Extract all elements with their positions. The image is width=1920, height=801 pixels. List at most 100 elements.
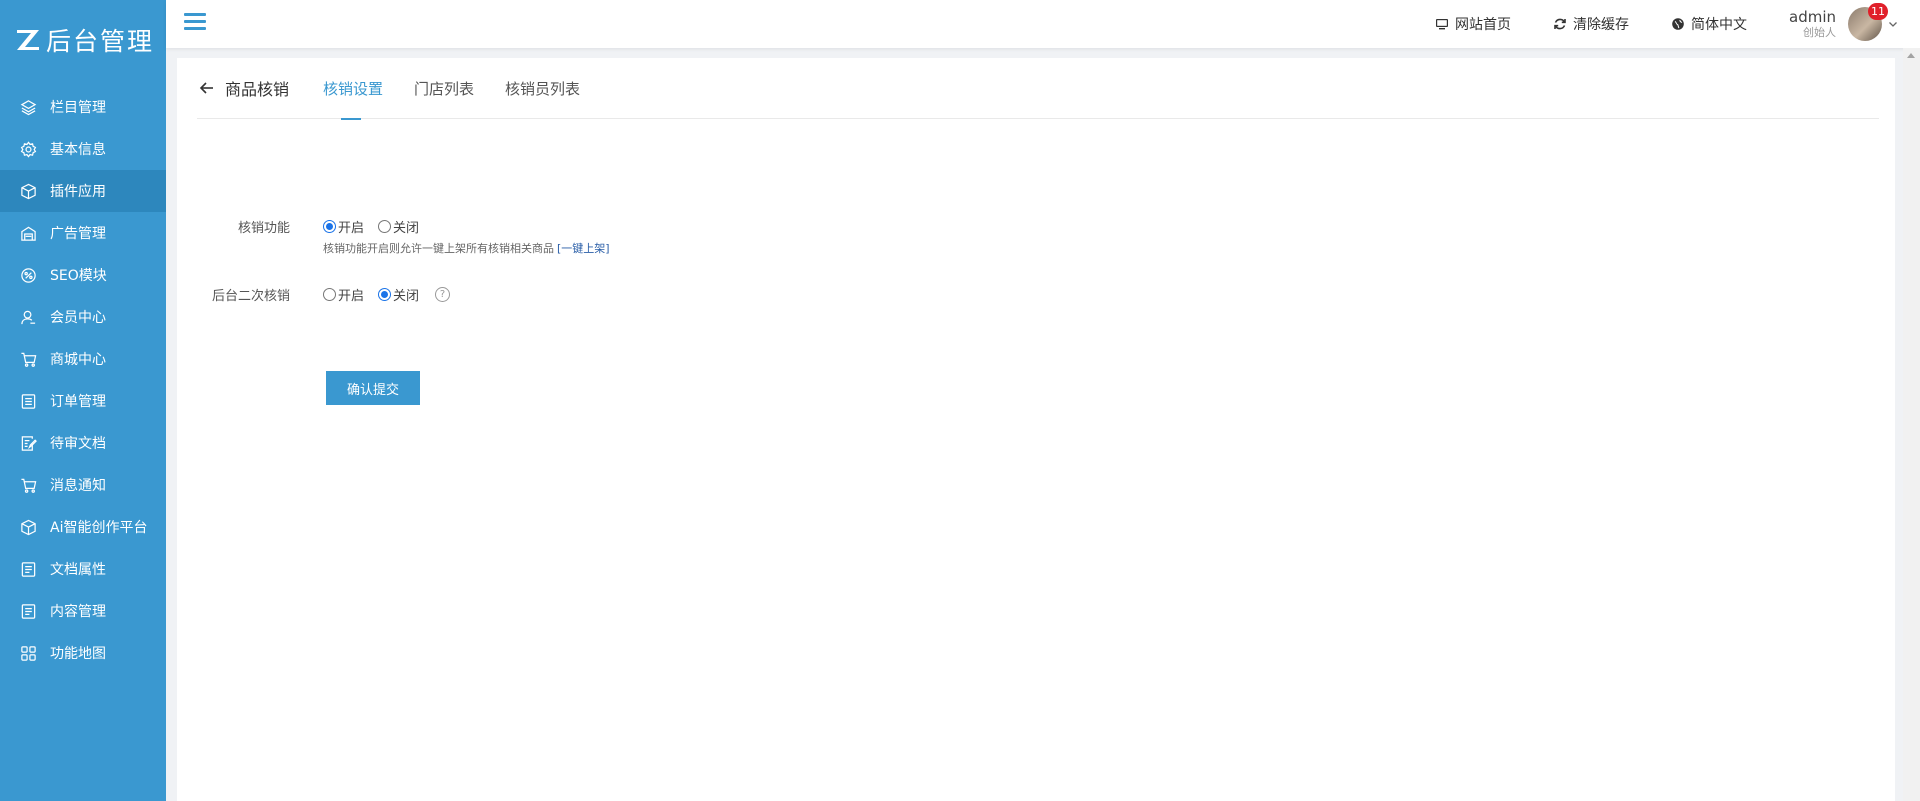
arrow-left-icon <box>199 82 213 94</box>
radio-dot <box>378 287 392 301</box>
language-label: 简体中文 <box>1691 17 1747 33</box>
doc-icon <box>20 603 37 620</box>
radio-dot <box>323 287 336 301</box>
user-icon <box>20 309 37 326</box>
radio-writeoff-on[interactable]: 开启 <box>323 217 364 236</box>
sidebar-item-label: SEO模块 <box>50 268 107 284</box>
sidebar-item-columns[interactable]: 栏目管理 <box>0 86 166 128</box>
refresh-icon <box>1554 18 1566 30</box>
sidebar-item-content[interactable]: 内容管理 <box>0 590 166 632</box>
scroll-up-icon[interactable] <box>1907 53 1915 58</box>
cube-icon <box>20 519 37 536</box>
tab-verifier-list[interactable]: 核销员列表 <box>505 58 580 119</box>
language-switch[interactable]: 简体中文 <box>1671 14 1747 34</box>
field-controls: 开启 关闭 ? <box>323 285 451 304</box>
sidebar-item-pending-docs[interactable]: 待审文档 <box>0 422 166 464</box>
one-click-listing-link[interactable]: [一键上架] <box>557 242 610 255</box>
site-home-label: 网站首页 <box>1455 17 1511 33</box>
sidebar-item-plugins[interactable]: 插件应用 <box>0 170 166 212</box>
site-home-link[interactable]: 网站首页 <box>1435 14 1511 34</box>
top-actions: 网站首页 清除缓存 简体中文 admin 创始人 11 <box>1435 0 1920 48</box>
sidebar-menu: 栏目管理 基本信息 插件应用 广告管理 SEO模块 会员中心 商城中心 订单管理… <box>0 86 166 674</box>
logo[interactable]: 后台管理 <box>0 0 166 80</box>
gear-icon <box>20 140 37 158</box>
radio-label: 关闭 <box>393 288 420 304</box>
clear-cache-label: 清除缓存 <box>1573 17 1629 33</box>
sidebar-item-doc-attributes[interactable]: 文档属性 <box>0 548 166 590</box>
grid-icon <box>20 645 37 662</box>
page-title: 商品核销 <box>225 80 290 99</box>
radio-second-off[interactable]: 关闭 <box>378 285 419 304</box>
sidebar: 后台管理 栏目管理 基本信息 插件应用 广告管理 SEO模块 会员中心 商城中心… <box>0 0 166 801</box>
radio-dot <box>323 219 336 233</box>
tabs-bar: 商品核销 核销设置 门店列表 核销员列表 <box>197 58 1879 120</box>
tab-label: 门店列表 <box>414 79 475 98</box>
form-row-writeoff: 核销功能 开启 关闭 核销功能开启则允许一键上架所有核销相关商品 [一键上架] <box>177 217 610 256</box>
cart-icon <box>20 477 37 494</box>
sidebar-item-ai-platform[interactable]: Ai智能创作平台 <box>0 506 166 548</box>
monitor-icon <box>1436 19 1448 30</box>
tab-label: 核销员列表 <box>505 79 581 98</box>
topbar: 网站首页 清除缓存 简体中文 admin 创始人 11 <box>166 0 1920 48</box>
radio-writeoff-off[interactable]: 关闭 <box>378 217 419 236</box>
hint-text: 核销功能开启则允许一键上架所有核销相关商品 <box>323 242 554 255</box>
sidebar-item-orders[interactable]: 订单管理 <box>0 380 166 422</box>
submit-button[interactable]: 确认提交 <box>326 371 420 405</box>
notification-badge: 11 <box>1868 3 1888 20</box>
logo-z-icon <box>17 30 39 50</box>
sidebar-item-label: 功能地图 <box>50 646 106 662</box>
main-panel: 商品核销 核销设置 门店列表 核销员列表 核销功能 开启 关闭 核销功能开启则允… <box>177 58 1895 801</box>
cart-icon <box>20 351 37 368</box>
sidebar-item-basic-info[interactable]: 基本信息 <box>0 128 166 170</box>
field-label: 核销功能 <box>237 221 290 236</box>
chevron-down-icon[interactable] <box>1886 17 1900 31</box>
avatar[interactable]: 11 <box>1848 3 1888 41</box>
tab-store-list[interactable]: 门店列表 <box>414 58 474 119</box>
help-icon[interactable]: ? <box>435 286 451 302</box>
logo-text: 后台管理 <box>46 27 155 56</box>
edit-doc-icon <box>20 435 37 452</box>
tab-label: 核销设置 <box>323 79 384 98</box>
tab-writeoff-settings[interactable]: 核销设置 <box>323 58 384 120</box>
list-icon <box>20 393 37 410</box>
sidebar-item-feature-map[interactable]: 功能地图 <box>0 632 166 674</box>
sidebar-item-members[interactable]: 会员中心 <box>0 296 166 338</box>
field-label: 后台二次核销 <box>211 289 290 304</box>
cube-icon <box>20 183 37 200</box>
form-row-second-writeoff: 后台二次核销 开启 关闭 ? <box>177 285 451 304</box>
radio-label: 开启 <box>338 220 365 236</box>
radio-dot <box>378 219 392 233</box>
radio-second-on[interactable]: 开启 <box>323 285 364 304</box>
menu-toggle-icon[interactable] <box>184 13 206 33</box>
sidebar-item-label: 栏目管理 <box>50 100 106 116</box>
sidebar-item-label: 基本信息 <box>50 142 106 158</box>
sidebar-item-seo[interactable]: SEO模块 <box>0 254 166 296</box>
user-info[interactable]: admin 创始人 <box>1789 8 1836 39</box>
sidebar-item-label: Ai智能创作平台 <box>50 520 148 536</box>
back-button[interactable]: 商品核销 <box>197 76 289 100</box>
sidebar-item-label: 订单管理 <box>50 394 106 410</box>
field-controls: 开启 关闭 核销功能开启则允许一键上架所有核销相关商品 [一键上架] <box>323 217 610 256</box>
sidebar-item-label: 消息通知 <box>50 478 106 494</box>
page-scrollbar[interactable] <box>1903 48 1920 801</box>
sidebar-item-notifications[interactable]: 消息通知 <box>0 464 166 506</box>
radio-label: 关闭 <box>393 220 420 236</box>
seo-icon <box>20 267 37 284</box>
sidebar-item-ads[interactable]: 广告管理 <box>0 212 166 254</box>
sidebar-item-label: 广告管理 <box>50 226 106 242</box>
globe-icon <box>1672 18 1684 30</box>
doc-icon <box>20 561 37 578</box>
sidebar-item-label: 商城中心 <box>50 352 106 368</box>
layers-icon <box>20 99 37 116</box>
sidebar-item-label: 会员中心 <box>50 310 106 326</box>
sidebar-item-mall[interactable]: 商城中心 <box>0 338 166 380</box>
sidebar-item-label: 文档属性 <box>50 562 106 578</box>
field-hint: 核销功能开启则允许一键上架所有核销相关商品 [一键上架] <box>323 240 610 256</box>
sidebar-item-label: 待审文档 <box>50 436 106 452</box>
sidebar-item-label: 插件应用 <box>50 184 106 200</box>
user-role: 创始人 <box>1803 26 1836 40</box>
clear-cache-link[interactable]: 清除缓存 <box>1553 14 1629 34</box>
user-name: admin <box>1789 8 1836 27</box>
radio-label: 开启 <box>338 288 365 304</box>
sidebar-item-label: 内容管理 <box>50 604 106 620</box>
